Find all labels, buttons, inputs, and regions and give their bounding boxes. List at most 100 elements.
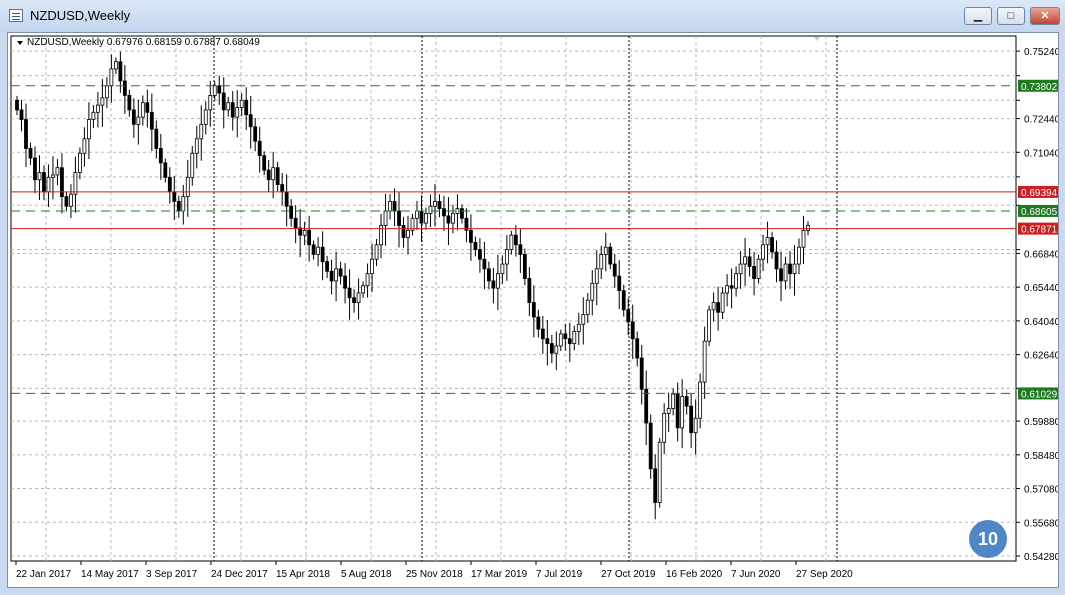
candle-body: [280, 184, 285, 193]
candle-body: [82, 138, 87, 154]
candle-body: [738, 263, 743, 275]
candle-body: [617, 275, 622, 291]
candle-body: [518, 244, 523, 255]
candle-body: [194, 138, 199, 154]
candle-body: [415, 210, 419, 219]
price-tick-label: 0.62640: [1024, 351, 1058, 362]
candle-body: [788, 263, 792, 275]
candle-body: [244, 99, 249, 116]
candle-body: [307, 229, 312, 246]
candle-body: [19, 109, 24, 120]
candle-body: [221, 92, 226, 111]
candle-body: [567, 338, 572, 344]
candle-body: [217, 85, 222, 94]
time-tick-label: 27 Sep 2020: [796, 569, 853, 580]
candle-body: [487, 268, 491, 282]
candle-body: [302, 229, 307, 236]
candle-body: [806, 225, 810, 231]
candle-body: [433, 201, 437, 207]
window-title: NZDUSD,Weekly: [30, 8, 131, 23]
candle-body: [352, 297, 356, 303]
candle-body: [419, 210, 424, 224]
price-tick-label: 0.54280: [1024, 552, 1058, 563]
candle-body: [212, 85, 217, 96]
candle-body: [576, 323, 581, 332]
chart-window[interactable]: 0.75240 0.72440 0.71040 0.66840 0.65440 0.640…: [7, 32, 1059, 588]
candle-body: [140, 102, 145, 118]
time-tick-label: 27 Oct 2019: [601, 569, 656, 580]
candle-body: [581, 314, 586, 325]
candle-body: [752, 266, 756, 279]
candle-body: [765, 237, 770, 246]
price-tick-label: 0.58480: [1024, 451, 1058, 462]
price-tick-label: 0.59880: [1024, 417, 1058, 428]
candle-body: [176, 201, 181, 212]
candle-body: [698, 381, 703, 419]
candle-body: [442, 208, 446, 217]
candle-body: [554, 345, 559, 354]
candle-body: [428, 205, 433, 214]
candle-body: [365, 273, 370, 287]
candle-body: [293, 217, 298, 229]
candle-body: [756, 258, 761, 279]
candle-body: [478, 249, 482, 260]
time-tick-label: 14 May 2017: [81, 569, 139, 580]
candle-body: [612, 263, 617, 277]
candle-body: [693, 417, 698, 434]
candle-body: [374, 244, 379, 260]
candle-body: [662, 412, 667, 443]
candle-body: [406, 229, 410, 238]
candle-body: [500, 263, 505, 275]
candle-body: [69, 193, 73, 207]
chart-window-icon: [9, 9, 23, 22]
price-tick-label: 0.65440: [1024, 283, 1058, 294]
candle-body: [513, 234, 518, 246]
candle-body: [289, 205, 294, 219]
candle-body: [320, 246, 325, 263]
candle-body: [145, 102, 150, 113]
title-bar[interactable]: NZDUSD,Weekly ▁ □ ✕: [0, 0, 1065, 32]
candle-body: [743, 256, 747, 265]
candle-body: [734, 273, 738, 289]
candle-body: [635, 338, 640, 359]
price-chart[interactable]: 0.75240 0.72440 0.71040 0.66840 0.65440 0.640…: [8, 33, 1058, 587]
candle-body: [95, 104, 100, 113]
candle-body: [46, 176, 51, 193]
candle-body: [657, 441, 662, 503]
candle-body: [361, 285, 365, 294]
candle-body: [127, 95, 132, 111]
candle-body: [469, 229, 473, 243]
candle-body: [460, 208, 464, 219]
candle-body: [33, 157, 37, 181]
time-tick-label: 22 Jan 2017: [16, 569, 71, 580]
candle-body: [639, 357, 644, 390]
candle-body: [316, 246, 321, 255]
candle-body: [73, 172, 78, 195]
candle-body: [185, 176, 190, 198]
candle-body: [455, 208, 460, 214]
level-price-label: 0.67871: [1021, 225, 1058, 236]
candle-body: [172, 191, 177, 202]
price-tick-label: 0.66840: [1024, 249, 1058, 260]
candle-body: [770, 237, 774, 253]
symbol-info: NZDUSD,Weekly 0.67976 0.68159 0.67887 0.…: [27, 37, 260, 48]
candle-body: [131, 109, 136, 125]
candle-body: [51, 174, 55, 178]
time-tick-label: 7 Jul 2019: [536, 569, 583, 580]
plot-area[interactable]: [10, 35, 1017, 562]
candle-body: [100, 97, 105, 106]
candle-body: [608, 246, 613, 265]
candle-body: [720, 292, 725, 313]
candle-body: [87, 119, 91, 140]
candle-body: [401, 225, 406, 238]
minimize-button[interactable]: ▁: [964, 7, 992, 25]
candle-body: [334, 268, 338, 282]
time-tick-label: 7 Jun 2020: [731, 569, 781, 580]
candle-body: [563, 333, 568, 340]
candle-body: [253, 126, 258, 142]
close-button[interactable]: ✕: [1030, 7, 1060, 25]
level-price-label: 0.69394: [1021, 188, 1058, 199]
candle-body: [356, 292, 361, 303]
candle-body: [585, 299, 590, 316]
maximize-button[interactable]: □: [997, 7, 1025, 25]
